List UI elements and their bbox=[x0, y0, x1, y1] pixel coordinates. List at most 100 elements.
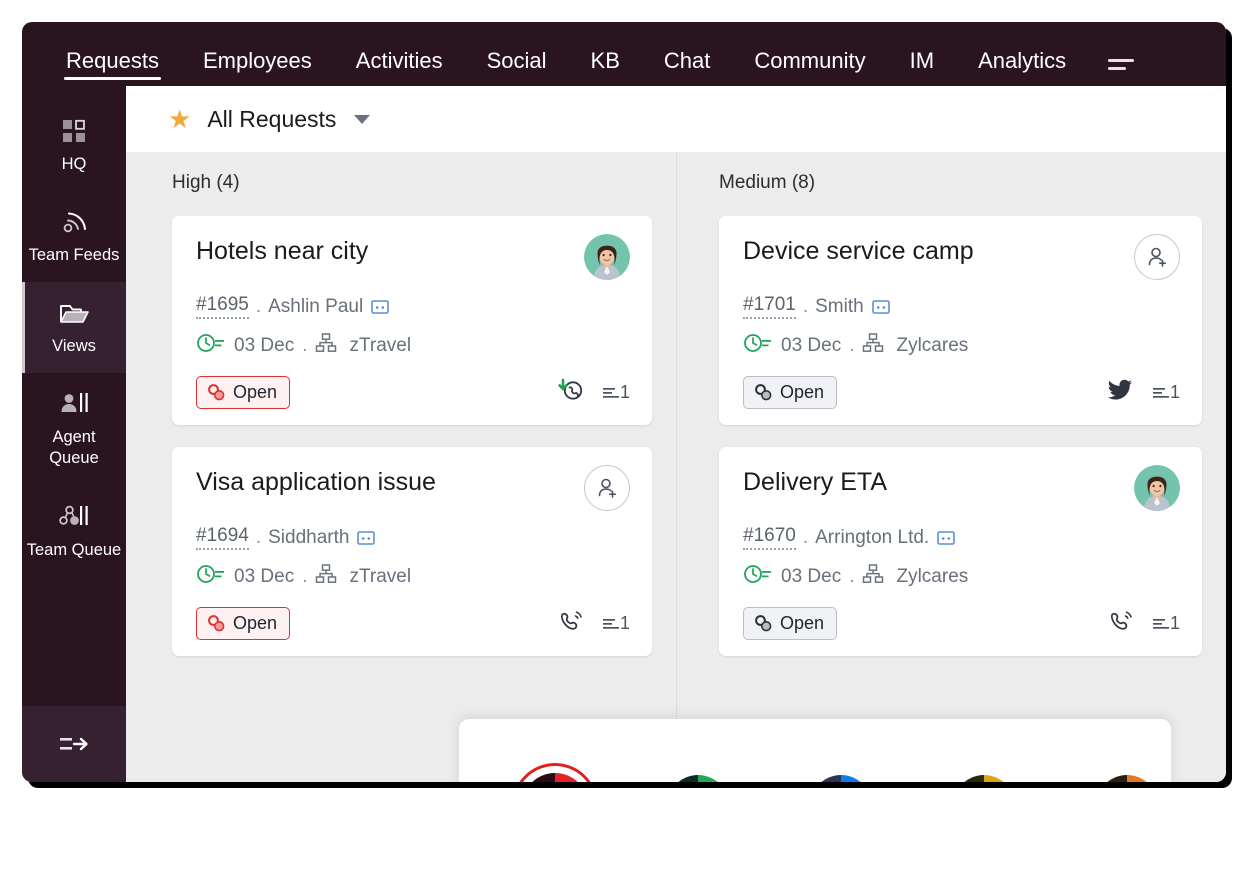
date-separator: . bbox=[302, 335, 308, 356]
sidebar-item-label: Team Feeds bbox=[28, 246, 120, 265]
status-label: Open bbox=[233, 382, 278, 402]
nav-item-requests[interactable]: Requests bbox=[44, 50, 181, 86]
email-icon-wrap[interactable] bbox=[370, 297, 390, 317]
org-chart-icon bbox=[863, 333, 884, 352]
note-count-value: 1 bbox=[619, 382, 630, 402]
user-queue-icon bbox=[61, 393, 88, 413]
card-due-row: 03 Dec. Zylcares bbox=[743, 332, 1180, 360]
color-swatch-yellow[interactable]: Yellow bbox=[941, 763, 1028, 782]
requester-name: Siddharth bbox=[268, 526, 350, 548]
meta-separator: . bbox=[255, 526, 262, 548]
team-queue-icon bbox=[59, 505, 88, 525]
swatch-half-dark bbox=[810, 775, 841, 782]
sidebar-item-agent-queue[interactable]: Agent Queue bbox=[22, 373, 126, 485]
ticket-id[interactable]: #1670 bbox=[743, 525, 796, 550]
ticket-id[interactable]: #1695 bbox=[196, 294, 249, 319]
note-count[interactable]: 1 bbox=[602, 382, 630, 403]
ticket-id[interactable]: #1701 bbox=[743, 294, 796, 319]
note-lines-icon bbox=[1152, 388, 1169, 398]
color-swatch-red[interactable]: ✓Red bbox=[511, 763, 598, 782]
swatch-half-dark bbox=[521, 773, 555, 782]
clock-green-icon bbox=[197, 565, 224, 583]
nav-item-analytics[interactable]: Analytics bbox=[956, 50, 1088, 86]
color-swatch-green[interactable]: Green bbox=[654, 763, 741, 782]
card-due-row: 03 Dec. zTravel bbox=[196, 332, 630, 360]
add-user-icon bbox=[1148, 247, 1166, 267]
email-icon-wrap[interactable] bbox=[871, 297, 891, 317]
card-footer-icons: 1 bbox=[558, 378, 630, 407]
phone-ring-icon-wrap[interactable] bbox=[558, 609, 584, 638]
request-card[interactable]: Device service camp #1701. Smith 03 Dec. Zyl… bbox=[719, 216, 1202, 425]
org-chart-icon bbox=[316, 333, 337, 352]
email-icon-wrap[interactable] bbox=[936, 528, 956, 548]
nav-item-im[interactable]: IM bbox=[888, 50, 956, 86]
swatch-ring: ✓ bbox=[511, 763, 598, 782]
clock-green-icon bbox=[744, 334, 771, 352]
email-icon bbox=[871, 299, 890, 314]
sidebar-item-hq[interactable]: HQ bbox=[22, 100, 126, 191]
card-header: Hotels near city bbox=[196, 234, 630, 280]
chevron-down-icon[interactable] bbox=[354, 114, 371, 124]
sidebar-item-views[interactable]: Views bbox=[22, 282, 126, 374]
phone-ring-icon bbox=[560, 611, 582, 630]
status-badge[interactable]: Open bbox=[196, 607, 291, 640]
ticket-id[interactable]: #1694 bbox=[196, 525, 249, 550]
swatch-circle bbox=[666, 775, 729, 782]
status-badge[interactable]: Open bbox=[196, 376, 291, 409]
color-swatch-blue[interactable]: Blue bbox=[797, 763, 884, 782]
assign-user-button[interactable] bbox=[1134, 234, 1180, 280]
card-title: Device service camp bbox=[743, 237, 974, 265]
hamburger-line-2 bbox=[1108, 67, 1127, 70]
note-count[interactable]: 1 bbox=[1152, 613, 1180, 634]
sidebar-item-team-queue[interactable]: Team Queue bbox=[22, 486, 126, 577]
star-filled-icon[interactable]: ★ bbox=[168, 106, 191, 132]
board-column: Medium (8) Device service camp #1701. Smith… bbox=[676, 152, 1226, 782]
sidebar-item-label: Agent Queue bbox=[49, 428, 99, 468]
meta-separator: . bbox=[802, 526, 809, 548]
phone-ring-icon-wrap[interactable] bbox=[1108, 609, 1134, 638]
avatar[interactable] bbox=[584, 234, 630, 280]
swatch-ring bbox=[798, 763, 884, 782]
card-title: Visa application issue bbox=[196, 468, 436, 496]
request-card[interactable]: Visa application issue #1694. Siddharth 03 … bbox=[172, 447, 652, 656]
top-nav-items: Requests Employees Activities Social KB Chat C… bbox=[44, 50, 1088, 86]
open-circles-grey-icon bbox=[755, 384, 772, 401]
status-label: Open bbox=[780, 382, 825, 402]
due-date: 03 Dec bbox=[781, 335, 842, 356]
hamburger-menu-icon[interactable] bbox=[1088, 59, 1152, 86]
column-title: Medium (8) bbox=[719, 172, 816, 193]
email-icon bbox=[371, 299, 389, 314]
note-count[interactable]: 1 bbox=[602, 613, 630, 634]
nav-item-employees[interactable]: Employees bbox=[181, 50, 334, 86]
nav-item-social[interactable]: Social bbox=[465, 50, 569, 86]
photo-avatar bbox=[584, 234, 630, 280]
org-chart-icon-wrap bbox=[862, 563, 884, 591]
nav-item-activities[interactable]: Activities bbox=[334, 50, 465, 86]
email-icon bbox=[937, 530, 956, 545]
status-badge[interactable]: Open bbox=[743, 376, 838, 409]
incoming-call-icon-wrap[interactable] bbox=[558, 378, 584, 407]
avatar[interactable] bbox=[1134, 465, 1180, 511]
twitter-bird-icon-wrap[interactable] bbox=[1107, 379, 1134, 406]
request-card[interactable]: Delivery ETA #1670. Arrington Ltd. 03 Dec. Z… bbox=[719, 447, 1202, 656]
swatch-half-light bbox=[841, 775, 872, 782]
status-badge[interactable]: Open bbox=[743, 607, 838, 640]
status-label: Open bbox=[233, 613, 278, 633]
nav-item-chat[interactable]: Chat bbox=[642, 50, 732, 86]
color-swatch-orange[interactable]: Orange bbox=[1084, 763, 1171, 782]
status-label: Open bbox=[780, 613, 825, 633]
card-header: Delivery ETA bbox=[743, 465, 1180, 511]
swatch-ring bbox=[655, 763, 741, 782]
sidebar-item-team-feeds[interactable]: Team Feeds bbox=[22, 191, 126, 282]
rss-feed-icon-wrap bbox=[26, 205, 122, 239]
nav-item-kb[interactable]: KB bbox=[569, 50, 642, 86]
request-card[interactable]: Hotels near city #1695. Ashlin Paul 03 Dec.… bbox=[172, 216, 652, 425]
email-icon-wrap[interactable] bbox=[356, 528, 376, 548]
assign-user-button[interactable] bbox=[584, 465, 630, 511]
nav-item-community[interactable]: Community bbox=[732, 50, 887, 86]
sidebar-collapse-button[interactable] bbox=[22, 706, 126, 782]
swatch-ring bbox=[941, 763, 1027, 782]
photo-avatar bbox=[1134, 465, 1180, 511]
note-count[interactable]: 1 bbox=[1152, 382, 1180, 403]
clock-green-icon bbox=[197, 334, 224, 352]
